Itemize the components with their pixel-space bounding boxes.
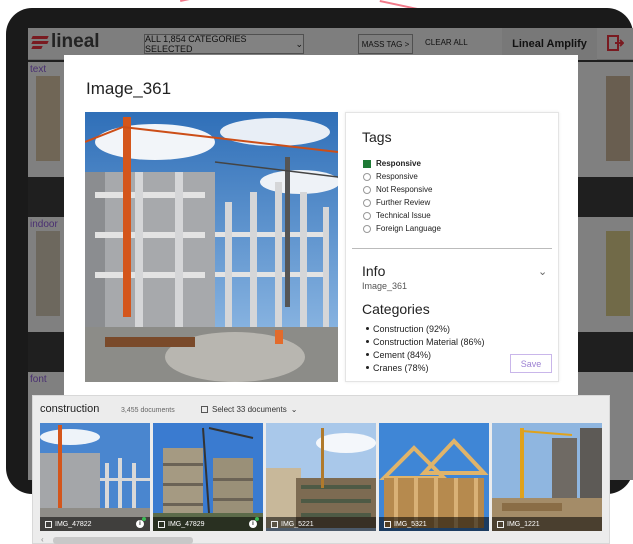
construction-image (85, 112, 338, 382)
thumbnail-label: IMG_47829 (168, 520, 205, 528)
tag-panel: Tags Responsive Responsive Not Responsiv… (345, 112, 559, 382)
thumbnail-footer: IMG_1221 (492, 517, 602, 531)
scroll-left-icon[interactable]: ‹ (41, 535, 44, 544)
radio-icon[interactable] (363, 224, 371, 233)
tag-option-foreign-language[interactable]: Foreign Language (363, 222, 441, 235)
tag-option-responsive[interactable]: Responsive (363, 157, 441, 170)
tag-option-responsive-2[interactable]: Responsive (363, 170, 441, 183)
document-count: 3,455 documents (121, 407, 175, 414)
thumbnail-footer: IMG_5321 (379, 517, 489, 531)
radio-icon[interactable] (363, 172, 371, 181)
thumbnail[interactable]: IMG_5221 (266, 423, 376, 531)
thumbnail-label: IMG_5221 (281, 520, 314, 528)
construction-thumbnail-image (40, 423, 150, 531)
radio-icon[interactable] (363, 198, 371, 207)
thumbnail[interactable]: IMG_5321 (379, 423, 489, 531)
thumbnail-footer: IMG_5221 (266, 517, 376, 531)
radio-icon[interactable] (363, 211, 371, 220)
radio-checked-icon[interactable] (363, 159, 371, 168)
tag-option-label: Responsive (376, 172, 418, 181)
info-heading: Info (362, 263, 386, 279)
save-button[interactable]: Save (510, 354, 552, 373)
tag-option-label: Foreign Language (376, 224, 441, 233)
thumbnail[interactable]: IMG_1221 (492, 423, 602, 531)
thumbnail-label: IMG_5321 (394, 520, 427, 528)
checkbox-icon[interactable] (384, 520, 391, 528)
thumbnail[interactable]: IMG_47829 i (153, 423, 263, 531)
tag-option-label: Technical Issue (376, 211, 431, 220)
category-item: Construction Material (86%) (366, 335, 485, 348)
image-modal: Image_361 Tags Responsive Responsive Not… (64, 55, 578, 400)
construction-thumbnail-image (492, 423, 602, 531)
chevron-down-icon[interactable]: ⌄ (538, 265, 547, 278)
thumbnail-label: IMG_1221 (507, 520, 540, 528)
tag-option-label: Further Review (376, 198, 431, 207)
thumbnail[interactable]: IMG_47822 i (40, 423, 150, 531)
tag-options: Responsive Responsive Not Responsive Fur… (363, 157, 441, 235)
info-icon[interactable]: i (249, 520, 257, 528)
select-documents-dropdown[interactable]: Select 33 documents ⌄ (201, 405, 297, 414)
category-item: Cement (84%) (366, 348, 485, 361)
tag-option-label: Not Responsive (376, 185, 433, 194)
category-item: Construction (92%) (366, 322, 485, 335)
construction-thumbnail-image (266, 423, 376, 531)
checkbox-icon[interactable] (271, 520, 278, 528)
tag-option-not-responsive[interactable]: Not Responsive (363, 183, 441, 196)
modal-title: Image_361 (86, 79, 172, 98)
status-dot-icon (255, 517, 259, 521)
category-drawer: construction 3,455 documents Select 33 d… (32, 395, 610, 544)
horizontal-scrollbar[interactable] (53, 537, 193, 544)
select-documents-label: Select 33 documents (212, 405, 287, 414)
checkbox-icon[interactable] (201, 406, 208, 413)
tags-heading: Tags (362, 129, 392, 145)
construction-thumbnail-image (379, 423, 489, 531)
checkbox-icon[interactable] (158, 520, 165, 528)
tag-option-label: Responsive (376, 159, 421, 168)
category-item: Cranes (78%) (366, 361, 485, 374)
construction-thumbnail-image (153, 423, 263, 531)
chevron-down-icon: ⌄ (290, 405, 298, 414)
info-icon[interactable]: i (136, 520, 144, 528)
checkbox-icon[interactable] (497, 520, 504, 528)
status-dot-icon (142, 517, 146, 521)
checkbox-icon[interactable] (45, 520, 52, 528)
thumbnail-label: IMG_47822 (55, 520, 92, 528)
drawer-title: construction (40, 403, 100, 415)
tag-option-further-review[interactable]: Further Review (363, 196, 441, 209)
radio-icon[interactable] (363, 185, 371, 194)
thumbnail-footer: IMG_47829 (153, 517, 263, 531)
info-value: Image_361 (362, 281, 408, 291)
thumbnail-footer: IMG_47822 (40, 517, 150, 531)
divider (352, 248, 552, 249)
category-list: Construction (92%) Construction Material… (366, 322, 485, 374)
tag-option-technical-issue[interactable]: Technical Issue (363, 209, 441, 222)
categories-heading: Categories (362, 301, 430, 317)
